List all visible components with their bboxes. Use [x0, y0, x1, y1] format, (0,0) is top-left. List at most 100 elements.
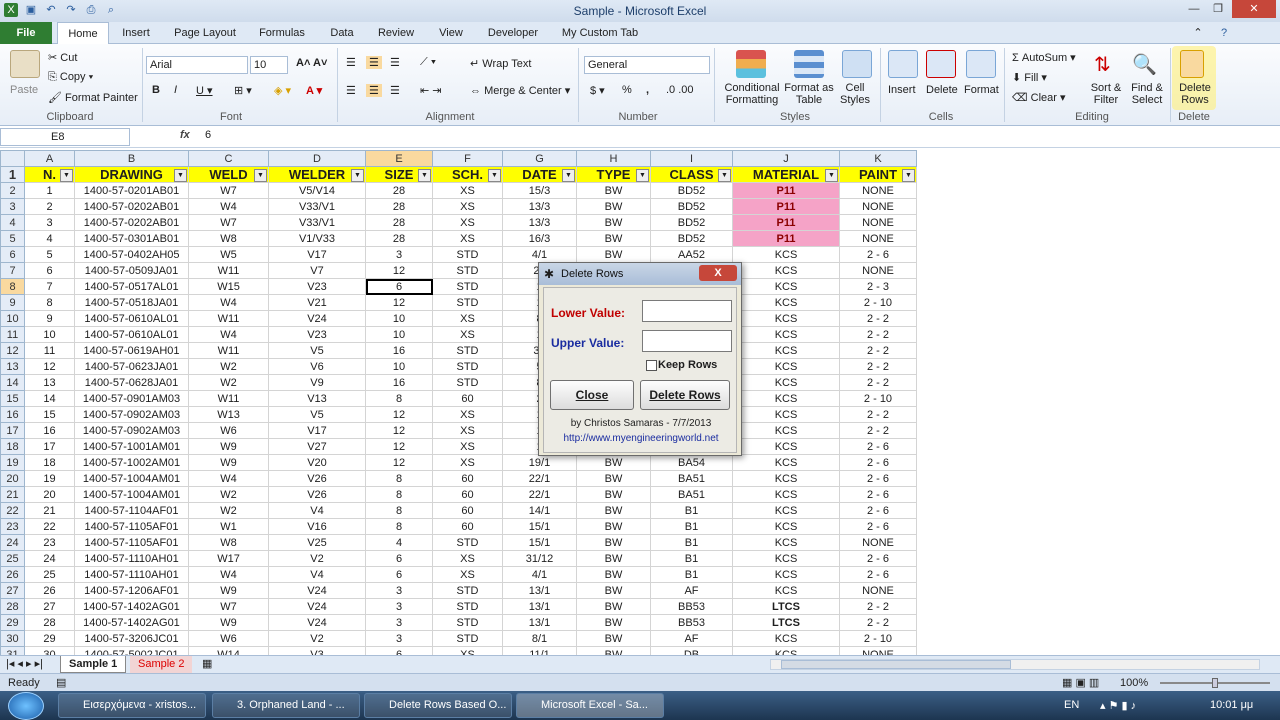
- table-cell[interactable]: V20: [268, 454, 366, 471]
- table-cell[interactable]: XS: [432, 454, 503, 471]
- table-cell[interactable]: W5: [188, 246, 269, 263]
- table-cell[interactable]: 2 - 2: [839, 374, 917, 391]
- table-cell[interactable]: XS: [432, 422, 503, 439]
- table-cell[interactable]: 2 - 2: [839, 326, 917, 343]
- table-cell[interactable]: 60: [432, 502, 503, 519]
- row-number[interactable]: 18: [0, 438, 25, 455]
- table-cell[interactable]: 1400-57-1206AF01: [74, 582, 189, 599]
- column-header-j[interactable]: J: [732, 150, 840, 167]
- table-cell[interactable]: 2 - 10: [839, 630, 917, 647]
- table-cell[interactable]: 13/1: [502, 598, 577, 615]
- table-cell[interactable]: 3: [365, 246, 433, 263]
- zoom-slider[interactable]: [1160, 678, 1270, 688]
- table-cell[interactable]: W6: [188, 630, 269, 647]
- table-cell[interactable]: 15/1: [502, 518, 577, 535]
- filter-dropdown-icon[interactable]: ▼: [636, 169, 649, 182]
- table-cell[interactable]: 12: [24, 358, 75, 375]
- table-cell[interactable]: 1400-57-1105AF01: [74, 534, 189, 551]
- table-cell[interactable]: 60: [432, 470, 503, 487]
- table-cell[interactable]: W11: [188, 310, 269, 327]
- select-all-corner[interactable]: [0, 150, 25, 167]
- tab-data[interactable]: Data: [324, 22, 360, 44]
- orientation-icon[interactable]: ⟋ ▾: [420, 56, 436, 69]
- table-cell[interactable]: 19: [24, 470, 75, 487]
- table-cell[interactable]: 28: [365, 230, 433, 247]
- table-cell[interactable]: XS: [432, 182, 503, 199]
- table-cell[interactable]: BW: [576, 614, 651, 631]
- tab-formulas[interactable]: Formulas: [254, 22, 310, 44]
- table-cell[interactable]: 24: [24, 550, 75, 567]
- keep-rows-checkbox[interactable]: [646, 360, 657, 371]
- table-cell[interactable]: V2: [268, 630, 366, 647]
- percent-icon[interactable]: %: [622, 84, 632, 96]
- table-cell[interactable]: NONE: [839, 198, 917, 215]
- table-cell[interactable]: B1: [650, 518, 733, 535]
- header-cell[interactable]: WELD ▼: [188, 166, 269, 183]
- table-cell[interactable]: P11: [732, 182, 840, 199]
- table-cell[interactable]: P11: [732, 214, 840, 231]
- table-cell[interactable]: XS: [432, 326, 503, 343]
- tab-page-layout[interactable]: Page Layout: [170, 22, 240, 44]
- table-cell[interactable]: 10: [365, 358, 433, 375]
- font-name-select[interactable]: Arial: [146, 56, 248, 74]
- macro-record-icon[interactable]: ▤: [56, 676, 66, 689]
- align-top-icon[interactable]: ☰: [346, 56, 356, 69]
- table-cell[interactable]: 1400-57-0610AL01: [74, 326, 189, 343]
- table-cell[interactable]: BW: [576, 566, 651, 583]
- sheet-nav-icons[interactable]: |◂ ◂ ▸ ▸|: [6, 657, 43, 670]
- column-header-g[interactable]: G: [502, 150, 577, 167]
- column-header-i[interactable]: I: [650, 150, 733, 167]
- table-cell[interactable]: 11/1: [502, 646, 577, 655]
- table-cell[interactable]: KCS: [732, 534, 840, 551]
- table-cell[interactable]: V27: [268, 438, 366, 455]
- table-cell[interactable]: 3: [24, 214, 75, 231]
- table-cell[interactable]: 8: [365, 518, 433, 535]
- table-cell[interactable]: KCS: [732, 550, 840, 567]
- table-cell[interactable]: 1400-57-0518JA01: [74, 294, 189, 311]
- table-cell[interactable]: 13/1: [502, 614, 577, 631]
- table-cell[interactable]: STD: [432, 262, 503, 279]
- table-cell[interactable]: 2 - 10: [839, 390, 917, 407]
- table-cell[interactable]: 9: [24, 310, 75, 327]
- table-cell[interactable]: W6: [188, 422, 269, 439]
- upper-value-input[interactable]: [642, 330, 732, 352]
- table-cell[interactable]: 2 - 2: [839, 342, 917, 359]
- table-cell[interactable]: STD: [432, 614, 503, 631]
- align-right-icon[interactable]: ☰: [390, 84, 400, 97]
- row-number[interactable]: 21: [0, 486, 25, 503]
- table-cell[interactable]: 8: [24, 294, 75, 311]
- table-cell[interactable]: 30: [24, 646, 75, 655]
- table-cell[interactable]: STD: [432, 294, 503, 311]
- table-cell[interactable]: V4: [268, 566, 366, 583]
- row-number[interactable]: 30: [0, 630, 25, 647]
- table-cell[interactable]: W9: [188, 582, 269, 599]
- table-cell[interactable]: 60: [432, 518, 503, 535]
- table-cell[interactable]: BA51: [650, 486, 733, 503]
- indent-icons[interactable]: ⇤ ⇥: [420, 84, 442, 97]
- table-cell[interactable]: W9: [188, 454, 269, 471]
- cell-styles-icon[interactable]: [842, 50, 872, 78]
- table-cell[interactable]: 1400-57-0402AH05: [74, 246, 189, 263]
- header-cell[interactable]: DRAWING ▼: [74, 166, 189, 183]
- table-cell[interactable]: BD52: [650, 214, 733, 231]
- table-cell[interactable]: 3: [365, 582, 433, 599]
- table-cell[interactable]: 1400-57-1004AM01: [74, 470, 189, 487]
- header-cell[interactable]: PAINT ▼: [839, 166, 917, 183]
- table-cell[interactable]: 15: [24, 406, 75, 423]
- table-cell[interactable]: BD52: [650, 182, 733, 199]
- table-cell[interactable]: STD: [432, 630, 503, 647]
- table-cell[interactable]: KCS: [732, 390, 840, 407]
- spreadsheet-grid[interactable]: ABCDEFGHIJK 1 N. ▼ DRAWING ▼ WELD ▼ WELDER ▼ SIZE…: [0, 150, 917, 655]
- table-cell[interactable]: 22: [24, 518, 75, 535]
- column-header-k[interactable]: K: [839, 150, 917, 167]
- table-cell[interactable]: 13/3: [502, 198, 577, 215]
- table-cell[interactable]: W4: [188, 326, 269, 343]
- taskbar-item-4[interactable]: Microsoft Excel - Sa...: [516, 693, 664, 718]
- table-cell[interactable]: 16/3: [502, 230, 577, 247]
- table-cell[interactable]: BD52: [650, 230, 733, 247]
- currency-icon[interactable]: $ ▾: [590, 84, 605, 97]
- table-cell[interactable]: V5: [268, 342, 366, 359]
- column-header-c[interactable]: C: [188, 150, 269, 167]
- format-as-table-button[interactable]: Format as Table: [784, 82, 834, 106]
- table-cell[interactable]: B1: [650, 566, 733, 583]
